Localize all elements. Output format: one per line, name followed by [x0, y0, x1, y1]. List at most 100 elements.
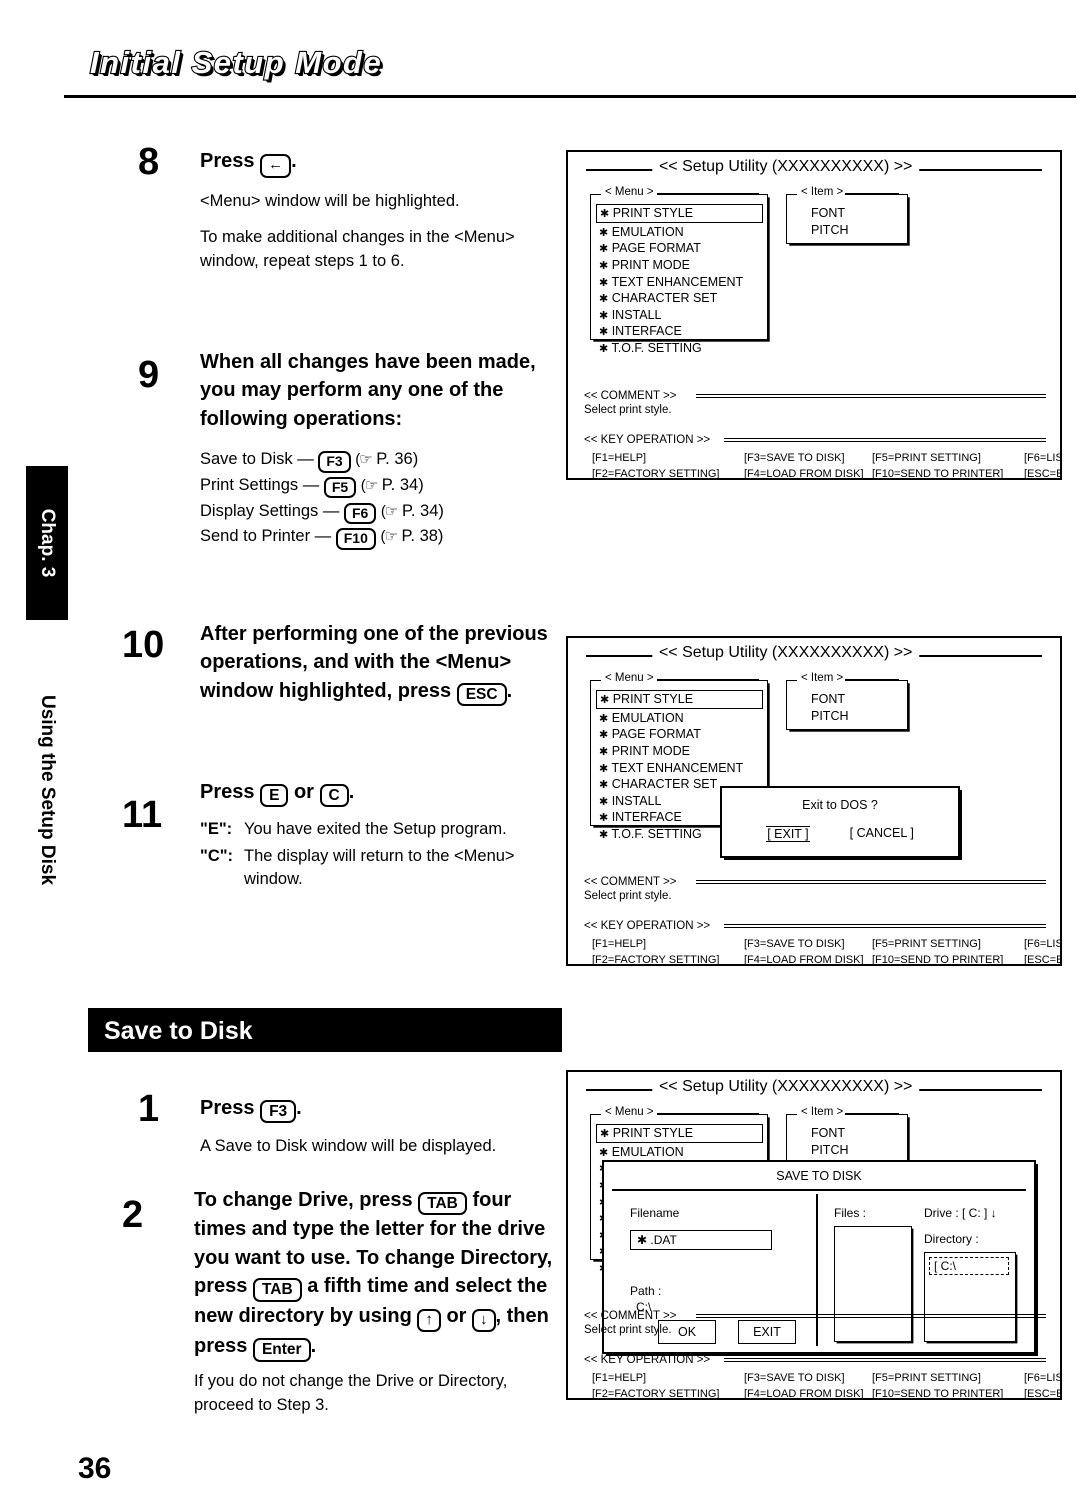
bullet-icon: ✱ — [600, 694, 610, 706]
exit-button[interactable]: [ EXIT ] — [766, 826, 810, 842]
item-pane-rule — [845, 193, 899, 195]
bullet-icon: ✱ — [599, 779, 609, 792]
table-row: [F2=FACTORY SETTING] [F4=LOAD FROM DISK]… — [592, 953, 1060, 966]
item-pitch[interactable]: PITCH — [811, 1142, 849, 1159]
menu-item-interface[interactable]: ✱ INTERFACE — [599, 323, 763, 340]
menu-item-text-enhancement[interactable]: ✱ TEXT ENHANCEMENT — [599, 760, 763, 777]
list-item: Display Settings — F6 (☞ P. 34) — [200, 499, 540, 525]
keyop-esc: [ESC=EXIT] — [1024, 953, 1060, 966]
tab-key[interactable]: TAB — [252, 1278, 302, 1302]
enter-key[interactable]: Enter — [252, 1338, 311, 1362]
filename-label: Filename — [630, 1206, 680, 1220]
menu-item-label: PRINT STYLE — [612, 1126, 694, 1140]
menu-item-print-mode[interactable]: ✱ PRINT MODE — [599, 257, 763, 274]
menu-item-print-style[interactable]: ✱ PRINT STYLE — [596, 204, 763, 223]
item-pane-rule — [845, 1113, 899, 1115]
menu-item-character-set[interactable]: ✱ CHARACTER SET — [599, 290, 763, 307]
tab-key[interactable]: TAB — [418, 1192, 467, 1216]
screen-title-row: << Setup Utility (XXXXXXXXXX) >> — [578, 644, 1050, 664]
menu-item-label: TEXT ENHANCEMENT — [611, 274, 744, 289]
operation-label: Save to Disk — — [200, 450, 314, 469]
bullet-icon: ✱ — [599, 812, 609, 825]
menu-item-page-format[interactable]: ✱ PAGE FORMAT — [599, 726, 763, 743]
step-11-period: . — [348, 781, 355, 803]
cancel-button[interactable]: [ CANCEL ] — [850, 826, 914, 842]
menu-item-tof-setting[interactable]: ✱ T.O.F. SETTING — [599, 340, 763, 357]
menu-item-label: CHARACTER SET — [611, 777, 718, 792]
comment-text: Select print style. — [584, 1324, 672, 1336]
menu-item-print-style[interactable]: ✱ PRINT STYLE — [596, 690, 763, 709]
up-arrow-key[interactable]: ↑ — [417, 1308, 441, 1333]
menu-item-print-style[interactable]: ✱ PRINT STYLE — [596, 1124, 763, 1143]
menu-item-emulation[interactable]: ✱ EMULATION — [599, 710, 763, 727]
menu-item-page-format[interactable]: ✱ PAGE FORMAT — [599, 240, 763, 257]
f10-key[interactable]: F10 — [335, 528, 376, 550]
setup-utility-screen-2: << Setup Utility (XXXXXXXXXX) >> < Menu … — [566, 636, 1062, 966]
f3-key[interactable]: F3 — [260, 1100, 297, 1124]
page-header: Initial Setup Mode — [0, 0, 1080, 100]
path-label: Path : — [630, 1284, 662, 1298]
item-pitch[interactable]: PITCH — [811, 708, 849, 725]
step-8-para-2: To make additional changes in the <Menu>… — [200, 227, 515, 270]
item-pitch[interactable]: PITCH — [811, 222, 849, 239]
key-operation-grid: [F1=HELP] [F3=SAVE TO DISK] [F5=PRINT SE… — [592, 1371, 1060, 1398]
drive-label: Drive : [ C: ] ↓ — [924, 1206, 997, 1220]
list-item: Send to Printer — F10 (☞ P. 38) — [200, 524, 540, 550]
comment-section: << COMMENT >> Select print style. — [584, 876, 1046, 902]
left-arrow-key[interactable]: ← — [260, 154, 292, 178]
menu-item-label: PRINT STYLE — [612, 692, 694, 706]
f3-key[interactable]: F3 — [318, 451, 351, 473]
f6-key[interactable]: F6 — [343, 502, 377, 525]
item-font[interactable]: FONT — [811, 1125, 849, 1142]
item-list: FONT PITCH — [811, 205, 849, 239]
menu-item-emulation[interactable]: ✱ EMULATION — [599, 1144, 763, 1161]
menu-pane: < Menu > ✱ PRINT STYLE ✱ EMULATION ✱ PAG… — [590, 186, 768, 355]
comment-section: << COMMENT >> Select print style. — [584, 390, 1046, 416]
save-dialog-title-rule — [612, 1189, 1026, 1191]
operation-label: Send to Printer — — [200, 527, 332, 546]
step-11-heading: Press E or C. — [200, 778, 552, 808]
comment-label: << COMMENT >> — [584, 390, 677, 402]
step-11-verb: Press — [200, 781, 255, 803]
menu-item-label: T.O.F. SETTING — [611, 341, 702, 355]
key-operation-section: << KEY OPERATION >> [F1=HELP] [F3=SAVE T… — [584, 1354, 1060, 1398]
menu-item-text-enhancement[interactable]: ✱ TEXT ENHANCEMENT — [599, 274, 763, 291]
bullet-icon: ✱ — [599, 729, 609, 742]
menu-pane-rule — [657, 1113, 759, 1115]
directory-selected-value[interactable]: [ C:\ — [929, 1257, 1009, 1275]
screen-title: << Setup Utility (XXXXXXXXXX) >> — [651, 644, 920, 662]
save-step-1-heading: Press F3. — [200, 1094, 560, 1124]
step-8-verb: Press — [200, 150, 255, 172]
menu-item-emulation[interactable]: ✱ EMULATION — [599, 224, 763, 241]
bullet-icon: ✱ — [599, 276, 609, 289]
operation-label: Print Settings — — [200, 475, 320, 494]
bullet-icon: ✱ — [599, 293, 609, 306]
menu-item-print-mode[interactable]: ✱ PRINT MODE — [599, 743, 763, 760]
keyop-f5: [F5=PRINT SETTING] — [872, 1372, 981, 1384]
e-key[interactable]: E — [260, 784, 289, 808]
down-arrow-key[interactable]: ↓ — [472, 1308, 496, 1333]
menu-pane-label: < Menu > — [601, 1106, 658, 1118]
menu-item-install[interactable]: ✱ INSTALL — [599, 307, 763, 324]
esc-key[interactable]: ESC — [456, 682, 507, 707]
directory-label: Directory : — [924, 1232, 979, 1246]
operation-label: Display Settings — — [200, 501, 340, 520]
step-11-conjunction: or — [293, 781, 314, 803]
c-key[interactable]: C — [319, 784, 349, 808]
menu-items-list: ✱ PRINT STYLE ✱ EMULATION ✱ PAGE FORMAT … — [596, 204, 763, 357]
item-font[interactable]: FONT — [811, 691, 849, 708]
key-operation-label: << KEY OPERATION >> — [584, 1354, 711, 1366]
item-font[interactable]: FONT — [811, 205, 849, 222]
page-reference: P. 34 — [401, 501, 439, 520]
filename-input[interactable]: ✱ .DAT — [630, 1230, 772, 1250]
bullet-icon: ✱ — [599, 309, 609, 322]
bullet-icon: ✱ — [599, 343, 609, 355]
screen-title-row: << Setup Utility (XXXXXXXXXX) >> — [578, 158, 1050, 178]
keyop-f5: [F5=PRINT SETTING] — [872, 938, 981, 950]
f5-key[interactable]: F5 — [323, 476, 357, 499]
drive-dropdown-arrow-icon[interactable]: ↓ — [991, 1206, 997, 1220]
header-divider — [64, 95, 1076, 98]
definition-desc: You have exited the Setup program. — [244, 820, 507, 839]
save-step-2-para: If you do not change the Drive or Direct… — [194, 1371, 508, 1414]
item-pane: < Item > FONT PITCH — [786, 1106, 908, 1164]
